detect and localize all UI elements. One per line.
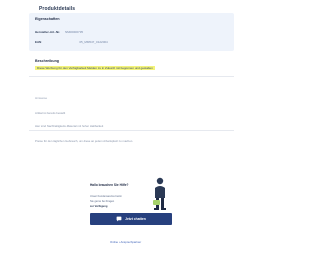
description-heading: Beschreibung xyxy=(35,59,59,63)
note-item: Hier sind Nachhaltigkeits-Material mit h… xyxy=(35,124,104,128)
chat-now-label: Jetzt chatten xyxy=(125,217,146,221)
help-subtext: Sie gerne bei Fragen xyxy=(90,200,115,203)
chat-now-button[interactable]: Jetzt chatten xyxy=(90,213,172,225)
help-heading: Hallo brauchen Sie Hilfe? xyxy=(90,183,129,187)
note-item: Artikel ist bereits bestellt xyxy=(35,111,66,115)
chat-icon xyxy=(116,216,122,222)
divider xyxy=(29,76,234,77)
properties-card: Eigenschaften Hersteller-Art.-Nr. NM00000… xyxy=(29,13,234,51)
note-item: Preise für den täglichen Gebrauch, um di… xyxy=(35,139,134,143)
notes-heading: Hinweise xyxy=(35,96,48,100)
description-text: Diese Werbung für den Verfügbarkeit Meld… xyxy=(35,66,155,70)
product-details-page: Produktdetails Eigenschaften Hersteller-… xyxy=(0,0,267,268)
property-value: NM00000735 xyxy=(65,30,84,34)
properties-heading: Eigenschaften xyxy=(35,17,60,21)
property-row: EAN 05_MM547_0122004 xyxy=(35,40,108,44)
contact-person-link[interactable]: Online • Ansprechpartner xyxy=(110,240,141,244)
help-subtext: zur Verfügung xyxy=(90,205,108,208)
divider xyxy=(29,130,234,131)
property-row: Hersteller-Art.-Nr. NM00000735 xyxy=(35,30,83,34)
support-person-illustration xyxy=(153,177,166,210)
page-title: Produktdetails xyxy=(39,6,76,12)
property-value: 05_MM547_0122004 xyxy=(79,40,108,44)
help-subtext: Unser Kundenservice berät xyxy=(90,195,122,198)
property-key: EAN xyxy=(35,40,42,44)
property-key: Hersteller-Art.-Nr. xyxy=(35,30,61,34)
